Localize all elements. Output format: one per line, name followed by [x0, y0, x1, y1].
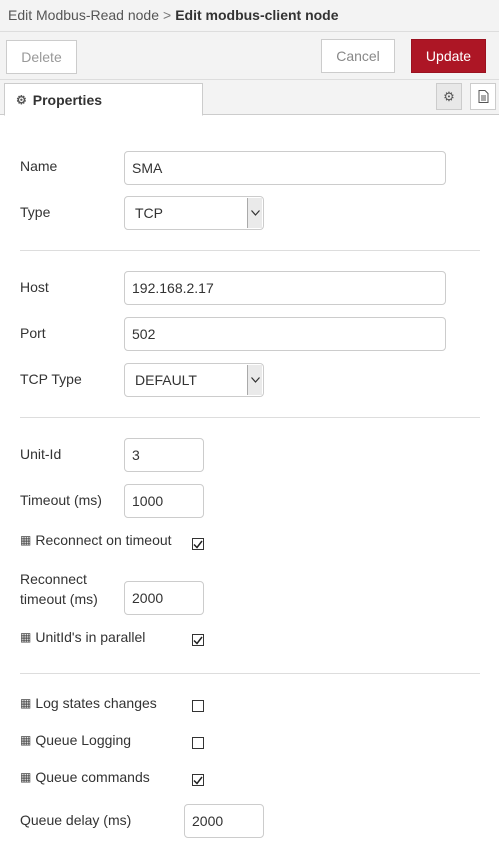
breadcrumb-parent[interactable]: Edit Modbus-Read node — [8, 7, 159, 23]
reconnect-timeout-label-line1: Reconnect — [20, 571, 87, 587]
type-select[interactable]: TCP — [124, 196, 264, 230]
unitids-parallel-label: ▦ UnitId's in parallel — [20, 629, 145, 645]
reconnect-timeout-label-line2: timeout (ms) — [20, 591, 98, 607]
chevron-down-icon — [247, 198, 262, 228]
cancel-button[interactable]: Cancel — [321, 39, 395, 73]
delete-button[interactable]: Delete — [6, 40, 77, 74]
timeout-label: Timeout (ms) — [20, 492, 102, 508]
tab-properties[interactable]: ⚙ Properties — [4, 83, 203, 116]
queue-delay-input[interactable] — [184, 804, 264, 838]
host-label: Host — [20, 279, 49, 295]
log-state-changes-text: Log states changes — [35, 695, 157, 711]
queue-commands-checkbox[interactable] — [192, 774, 204, 786]
breadcrumb-separator: > — [163, 7, 172, 23]
queue-logging-checkbox[interactable] — [192, 737, 204, 749]
reconnect-timeout-label: Reconnect timeout (ms) — [20, 569, 98, 609]
queue-logging-label: ▦ Queue Logging — [20, 732, 131, 748]
grid-icon: ▦ — [20, 630, 31, 644]
document-icon[interactable] — [470, 83, 496, 110]
tab-properties-label: Properties — [32, 91, 103, 108]
settings-tab-gear-icon[interactable]: ⚙ — [436, 83, 462, 110]
reconnect-on-timeout-checkbox[interactable] — [192, 538, 204, 550]
divider — [20, 417, 480, 418]
name-input[interactable] — [124, 151, 446, 185]
log-state-changes-label: ▦ Log states changes — [20, 695, 157, 711]
unit-id-input[interactable] — [124, 438, 204, 472]
tcp-type-label: TCP Type — [20, 371, 82, 387]
tab-bar: ⚙ Properties ⚙ — [0, 80, 499, 116]
grid-icon: ▦ — [20, 770, 31, 784]
chevron-down-icon — [247, 365, 262, 395]
update-button[interactable]: Update — [411, 39, 486, 73]
grid-icon: ▦ — [20, 533, 31, 547]
gear-icon: ⚙ — [16, 92, 27, 107]
breadcrumb-current: Edit modbus-client node — [175, 7, 339, 23]
host-input[interactable] — [124, 271, 446, 305]
reconnect-timeout-input[interactable] — [124, 581, 204, 615]
port-input[interactable] — [124, 317, 446, 351]
queue-logging-text: Queue Logging — [35, 732, 132, 748]
tcp-type-select[interactable]: DEFAULT — [124, 363, 264, 397]
unitids-parallel-text: UnitId's in parallel — [35, 629, 146, 645]
grid-icon: ▦ — [20, 733, 31, 747]
type-select-value: TCP — [135, 205, 163, 221]
queue-commands-label: ▦ Queue commands — [20, 769, 150, 785]
reconnect-on-timeout-text: Reconnect on timeout — [35, 532, 172, 548]
queue-commands-text: Queue commands — [35, 769, 150, 785]
queue-delay-label: Queue delay (ms) — [20, 812, 132, 828]
unitids-parallel-checkbox[interactable] — [192, 634, 204, 646]
unit-id-label: Unit-Id — [20, 446, 62, 462]
type-label: Type — [20, 204, 51, 220]
checkmark-icon — [193, 540, 203, 549]
checkmark-icon — [193, 776, 203, 785]
reconnect-on-timeout-label: ▦ Reconnect on timeout — [20, 532, 172, 548]
tcp-type-select-value: DEFAULT — [135, 372, 197, 388]
checkmark-icon — [193, 636, 203, 645]
divider — [20, 673, 480, 674]
timeout-input[interactable] — [124, 484, 204, 518]
divider — [20, 250, 480, 251]
tray-toolbar: Delete Cancel Update — [0, 32, 499, 80]
log-state-changes-checkbox[interactable] — [192, 700, 204, 712]
port-label: Port — [20, 325, 46, 341]
grid-icon: ▦ — [20, 696, 31, 710]
name-label: Name — [20, 158, 58, 174]
breadcrumb: Edit Modbus-Read node > Edit modbus-client… — [0, 0, 499, 32]
